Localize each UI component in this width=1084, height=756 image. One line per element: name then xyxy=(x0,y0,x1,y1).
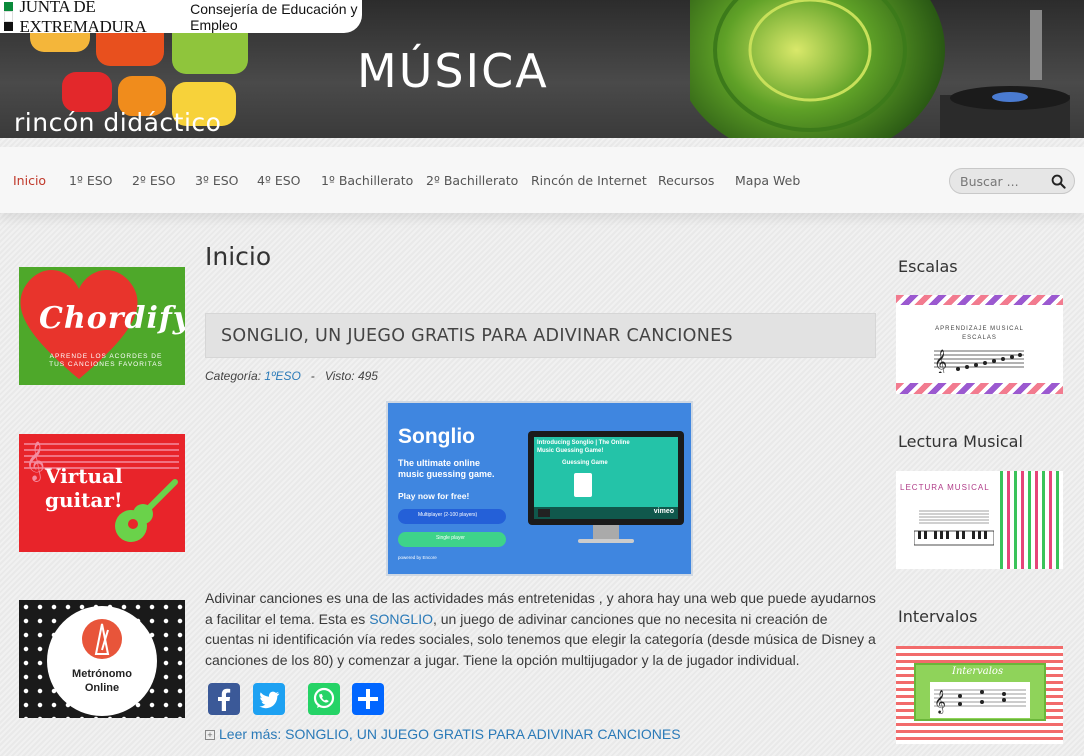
svg-text:𝄞: 𝄞 xyxy=(934,689,946,714)
read-more-link[interactable]: + Leer más: SONGLIO, UN JUEGO GRATIS PARA… xyxy=(205,726,681,742)
sidebar-heading-escalas: Escalas xyxy=(898,257,958,276)
main-navigation: Inicio 1º ESO 2º ESO 3º ESO 4º ESO 1º Ba… xyxy=(0,147,1084,213)
metronome-icon xyxy=(82,619,122,659)
nav-item-2-eso[interactable]: 2º ESO xyxy=(132,173,176,188)
sidebar-heading-intervalos: Intervalos xyxy=(898,607,978,626)
multiplayer-button: Multiplayer (2-100 players) xyxy=(398,509,506,524)
vimeo-logo: vimeo xyxy=(653,508,674,515)
nav-item-1-bachillerato[interactable]: 1º Bachillerato xyxy=(321,173,413,188)
songlio-tagline-2: music guessing game. xyxy=(398,469,495,479)
stripe-border-top xyxy=(896,295,1063,305)
metronome-banner[interactable]: Metrónomo Online xyxy=(19,600,185,718)
songlio-hero-image[interactable]: Songlio The ultimate online music guessi… xyxy=(386,401,693,576)
extremadura-flag xyxy=(4,1,14,32)
chordify-title: Chordify xyxy=(39,301,185,336)
songlio-tagline-1: The ultimate online xyxy=(398,458,481,468)
powered-by: powered by Encore xyxy=(398,555,437,560)
piano-keyboard xyxy=(914,510,994,546)
stripe-border-bottom xyxy=(896,383,1063,394)
video-subtitle: Guessing Game xyxy=(562,460,608,466)
multiplayer-label: Multiplayer (2-100 players) xyxy=(418,512,478,518)
lectura-stripes xyxy=(1000,471,1063,569)
lectura-caption: LECTURA MUSICAL xyxy=(900,483,990,492)
songlio-link[interactable]: SONGLIO xyxy=(369,611,433,627)
facebook-share-button[interactable] xyxy=(208,683,240,715)
generic-share-button[interactable] xyxy=(352,683,384,715)
monitor-base xyxy=(578,539,634,543)
nav-item-4-eso[interactable]: 4º ESO xyxy=(257,173,301,188)
nav-item-1-eso[interactable]: 1º ESO xyxy=(69,173,113,188)
escalas-caption-1: APRENDIZAJE MUSICAL xyxy=(935,326,1024,332)
page-title: Inicio xyxy=(205,242,272,271)
search-input[interactable] xyxy=(960,173,1050,190)
department-name: Consejería de Educación y Empleo xyxy=(190,0,358,33)
twitter-share-button[interactable] xyxy=(253,683,285,715)
scale-staff: 𝄞 xyxy=(934,349,1024,373)
metronome-title-line2: Online xyxy=(84,682,120,694)
article-header: SONGLIO, UN JUEGO GRATIS PARA ADIVINAR C… xyxy=(205,313,876,358)
site-subtitle: rincón didáctico xyxy=(14,108,222,137)
nav-item-rincon-internet[interactable]: Rincón de Internet xyxy=(531,173,647,188)
video-title-1: Introducing Songlio | The Online xyxy=(537,440,630,446)
nav-item-2-bachillerato[interactable]: 2º Bachillerato xyxy=(426,173,518,188)
single-player-label: Single player xyxy=(436,535,465,541)
nav-item-3-eso[interactable]: 3º ESO xyxy=(195,173,239,188)
chordify-tagline: APRENDE LOS ACORDES DE TUS CANCIONES FAV… xyxy=(49,353,163,368)
government-name: JUNTA DE EXTREMADURA xyxy=(19,0,147,36)
gramophone-image xyxy=(690,0,1070,138)
site-title: MÚSICA xyxy=(357,44,549,98)
article-title[interactable]: SONGLIO, UN JUEGO GRATIS PARA ADIVINAR C… xyxy=(221,326,733,346)
article-meta: Categoría: 1ºESO - Visto: 495 xyxy=(205,369,378,383)
intervals-staff: 𝄞 xyxy=(930,682,1030,718)
video-controls: vimeo xyxy=(534,507,678,519)
search-box xyxy=(949,168,1075,194)
video-screen: Introducing Songlio | The Online Music G… xyxy=(534,437,678,519)
nav-item-inicio[interactable]: Inicio xyxy=(13,173,46,188)
category-link[interactable]: 1ºESO xyxy=(264,369,300,383)
twitter-icon xyxy=(259,691,280,709)
metronome-title-line1: Metrónomo xyxy=(72,668,132,680)
play-icon xyxy=(538,509,550,517)
share-icon xyxy=(358,689,378,709)
whatsapp-share-button[interactable] xyxy=(308,683,340,715)
guitar-title-line1: Virtual xyxy=(45,464,123,488)
svg-text:𝄞: 𝄞 xyxy=(25,441,45,482)
video-title-2: Music Guessing Game! xyxy=(537,448,604,454)
government-strip[interactable]: JUNTA DE EXTREMADURA Consejería de Educa… xyxy=(0,0,362,36)
sidebar-heading-lectura: Lectura Musical xyxy=(898,432,1023,451)
nav-item-mapa-web[interactable]: Mapa Web xyxy=(735,173,800,188)
songlio-cta: Play now for free! xyxy=(398,491,470,501)
meta-separator: - xyxy=(304,369,322,383)
search-icon[interactable] xyxy=(1051,174,1066,189)
svg-text:𝄞: 𝄞 xyxy=(934,349,947,373)
intervalos-image[interactable]: Intervalos 𝄞 xyxy=(896,646,1063,744)
video-thumb xyxy=(574,473,592,497)
virtual-guitar-banner[interactable]: 𝄞 Virtual guitar! xyxy=(19,434,185,552)
header-banner[interactable]: JUNTA DE EXTREMADURA Consejería de Educa… xyxy=(0,0,1084,138)
single-player-button: Single player xyxy=(398,532,506,547)
article-body: Adivinar canciones es una de las activid… xyxy=(205,588,877,670)
banner-tile xyxy=(62,72,112,112)
facebook-icon xyxy=(218,688,231,711)
monitor-stand xyxy=(593,525,619,539)
category-label: Categoría: xyxy=(205,369,262,383)
lectura-musical-image[interactable]: LECTURA MUSICAL xyxy=(896,471,1063,569)
plus-icon: + xyxy=(205,730,215,740)
whatsapp-icon xyxy=(313,687,335,709)
songlio-brand: Songlio xyxy=(398,425,475,448)
escalas-caption-2: ESCALAS xyxy=(962,335,997,341)
monitor: Introducing Songlio | The Online Music G… xyxy=(528,431,684,525)
guitar-title-line2: guitar! xyxy=(45,488,123,512)
nav-item-recursos[interactable]: Recursos xyxy=(658,173,714,188)
views-count: Visto: 495 xyxy=(324,369,378,383)
chordify-banner[interactable]: Chordify APRENDE LOS ACORDES DE TUS CANC… xyxy=(19,267,185,385)
escalas-image[interactable]: APRENDIZAJE MUSICAL ESCALAS 𝄞 xyxy=(896,295,1063,394)
intervalos-caption: Intervalos xyxy=(952,666,1004,677)
read-more-text[interactable]: Leer más: SONGLIO, UN JUEGO GRATIS PARA … xyxy=(219,726,681,742)
